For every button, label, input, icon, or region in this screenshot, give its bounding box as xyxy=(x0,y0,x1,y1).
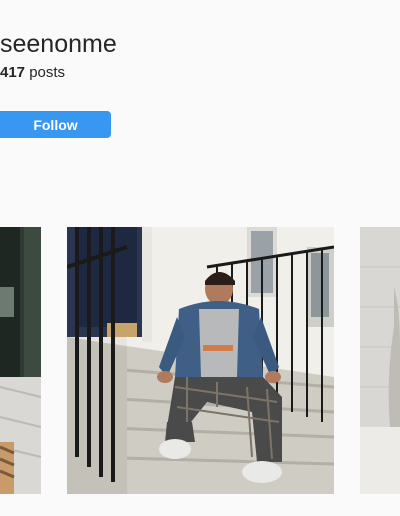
photo-tile-left[interactable] xyxy=(0,227,41,494)
post-count-label: posts xyxy=(25,64,66,81)
photo-tile-center[interactable] xyxy=(67,227,334,494)
photo-tile-right[interactable] xyxy=(360,227,400,494)
post-count-number: 417 xyxy=(0,64,26,81)
follow-button[interactable]: Follow xyxy=(0,111,111,138)
post-count: 417 posts xyxy=(0,64,65,81)
profile-name: seenonme xyxy=(0,30,117,58)
